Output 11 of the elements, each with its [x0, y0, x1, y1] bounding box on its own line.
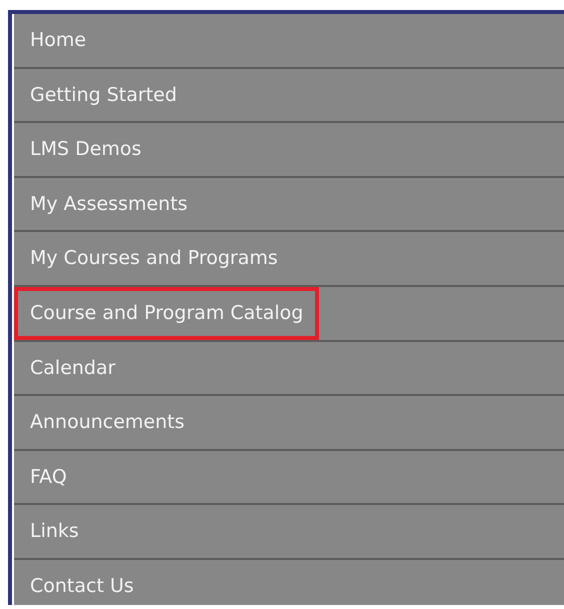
menu-link[interactable]: My Courses and Programs — [14, 232, 294, 285]
menu-link[interactable]: Calendar — [14, 342, 132, 394]
menu-link[interactable]: My Assessments — [14, 178, 204, 230]
menu-link[interactable]: FAQ — [14, 450, 83, 504]
menu-link[interactable]: Announcements — [14, 396, 201, 449]
menu-link[interactable]: Home — [14, 14, 102, 67]
menu-link[interactable]: Course and Program Catalog — [14, 286, 320, 340]
menu-link[interactable]: Contact Us — [14, 560, 150, 609]
menu-link[interactable]: Getting Started — [14, 68, 193, 122]
menu-link[interactable]: Links — [14, 505, 95, 558]
menu-link[interactable]: LMS Demos — [14, 123, 158, 176]
